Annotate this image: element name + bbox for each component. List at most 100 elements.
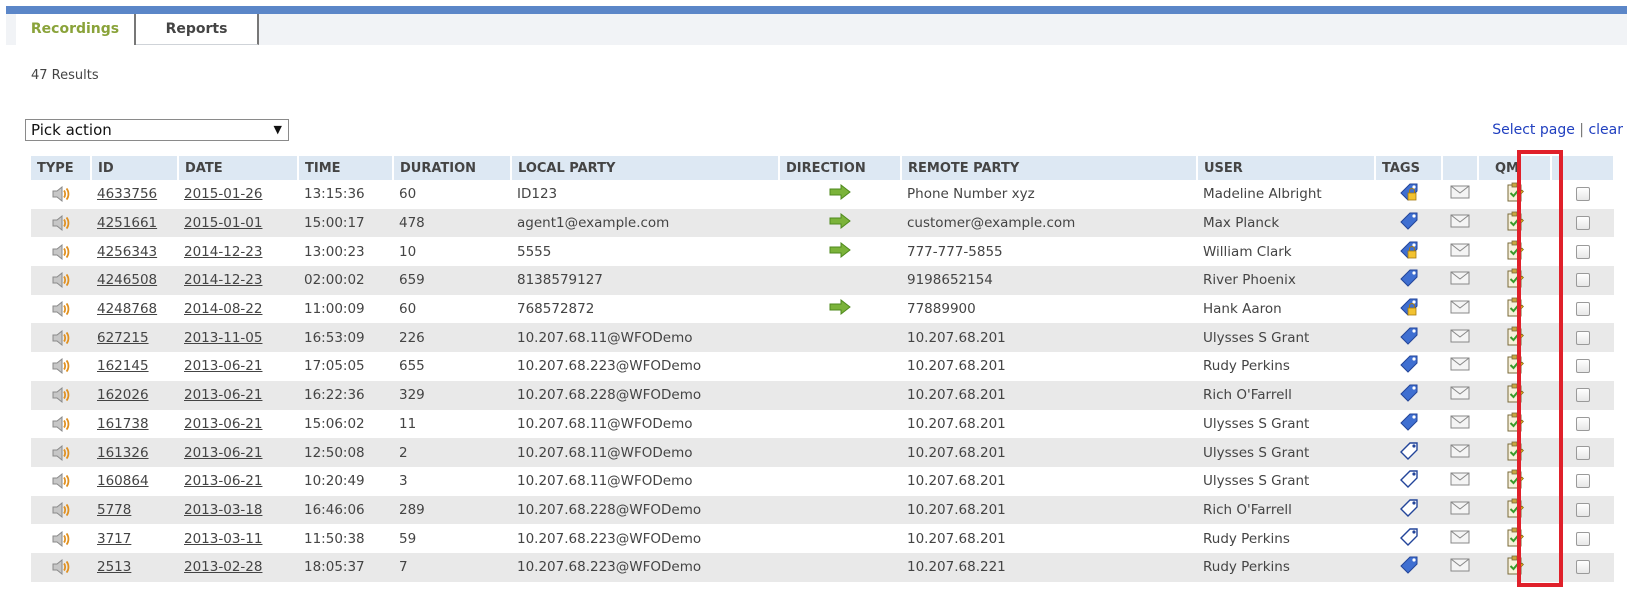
tag-filled-icon[interactable]: [1399, 555, 1419, 579]
clear-link[interactable]: clear: [1588, 122, 1623, 138]
table-row[interactable]: 4256343 2014-12-23 13:00:23 10 5555 777-777-5…: [31, 237, 1614, 266]
col-user[interactable]: USER: [1197, 156, 1376, 180]
envelope-icon[interactable]: [1450, 444, 1470, 462]
qm-evaluation-icon[interactable]: [1506, 297, 1524, 321]
tab-reports[interactable]: Reports: [136, 14, 259, 45]
table-row[interactable]: 162026 2013-06-21 16:22:36 329 10.207.68.228…: [31, 380, 1614, 410]
speaker-icon[interactable]: [51, 530, 71, 547]
qm-evaluation-icon[interactable]: [1506, 211, 1524, 235]
row-checkbox[interactable]: [1575, 187, 1590, 202]
table-row[interactable]: 3717 2013-03-11 11:50:38 59 10.207.68.223@WF…: [31, 524, 1614, 553]
recording-date-link[interactable]: 2014-12-23: [184, 272, 262, 288]
row-checkbox[interactable]: [1575, 416, 1590, 431]
speaker-icon[interactable]: [51, 444, 71, 461]
row-checkbox[interactable]: [1575, 273, 1590, 288]
row-checkbox[interactable]: [1575, 502, 1590, 517]
col-time[interactable]: TIME: [298, 156, 394, 180]
qm-evaluation-icon[interactable]: [1506, 555, 1524, 579]
recording-id-link[interactable]: 4633756: [97, 186, 157, 202]
recording-id-link[interactable]: 4256343: [97, 244, 157, 260]
recording-date-link[interactable]: 2014-08-22: [184, 301, 262, 317]
row-checkbox[interactable]: [1575, 388, 1590, 403]
envelope-icon[interactable]: [1450, 243, 1470, 261]
col-duration[interactable]: DURATION: [393, 156, 512, 180]
row-checkbox[interactable]: [1575, 445, 1590, 460]
table-row[interactable]: 2513 2013-02-28 18:05:37 7 10.207.68.223@WFO…: [31, 552, 1614, 582]
qm-evaluation-icon[interactable]: [1506, 412, 1524, 436]
tag-locked-icon[interactable]: [1399, 297, 1419, 321]
recording-date-link[interactable]: 2013-06-21: [184, 358, 262, 374]
recording-id-link[interactable]: 162145: [97, 358, 149, 374]
tag-filled-icon[interactable]: [1399, 211, 1419, 235]
col-date[interactable]: DATE: [178, 156, 299, 180]
row-checkbox[interactable]: [1575, 244, 1590, 259]
recording-id-link[interactable]: 162026: [97, 387, 149, 403]
envelope-icon[interactable]: [1450, 472, 1470, 490]
envelope-icon[interactable]: [1450, 300, 1470, 318]
row-checkbox[interactable]: [1575, 531, 1590, 546]
table-row[interactable]: 162145 2013-06-21 17:05:05 655 10.207.68.223…: [31, 352, 1614, 381]
recording-date-link[interactable]: 2013-06-21: [184, 445, 262, 461]
tag-outline-icon[interactable]: [1399, 527, 1419, 551]
tag-filled-icon[interactable]: [1399, 412, 1419, 436]
envelope-icon[interactable]: [1450, 357, 1470, 375]
recording-id-link[interactable]: 3717: [97, 531, 131, 547]
envelope-icon[interactable]: [1450, 271, 1470, 289]
pick-action-select[interactable]: Pick action ▼: [25, 119, 289, 141]
qm-evaluation-icon[interactable]: [1506, 354, 1524, 378]
col-tags[interactable]: TAGS: [1375, 156, 1443, 180]
recording-id-link[interactable]: 161326: [97, 445, 149, 461]
tag-outline-icon[interactable]: [1399, 441, 1419, 465]
tag-outline-icon[interactable]: [1399, 469, 1419, 493]
row-checkbox[interactable]: [1575, 560, 1590, 575]
tab-recordings[interactable]: Recordings: [16, 14, 136, 45]
recording-date-link[interactable]: 2013-02-28: [184, 559, 262, 575]
recording-id-link[interactable]: 2513: [97, 559, 131, 575]
col-remote-party[interactable]: REMOTE PARTY: [901, 156, 1198, 180]
recording-date-link[interactable]: 2015-01-01: [184, 215, 262, 231]
qm-evaluation-icon[interactable]: [1506, 182, 1524, 206]
tag-locked-icon[interactable]: [1399, 182, 1419, 206]
recording-id-link[interactable]: 4246508: [97, 272, 157, 288]
table-row[interactable]: 627215 2013-11-05 16:53:09 226 10.207.68.11@…: [31, 323, 1614, 353]
tag-filled-icon[interactable]: [1399, 383, 1419, 407]
speaker-icon[interactable]: [51, 387, 71, 404]
speaker-icon[interactable]: [51, 559, 71, 576]
envelope-icon[interactable]: [1450, 386, 1470, 404]
envelope-icon[interactable]: [1450, 415, 1470, 433]
recording-date-link[interactable]: 2015-01-26: [184, 186, 262, 202]
tag-locked-icon[interactable]: [1399, 240, 1419, 264]
select-page-link[interactable]: Select page: [1492, 122, 1575, 138]
tag-filled-icon[interactable]: [1399, 268, 1419, 292]
qm-evaluation-icon[interactable]: [1506, 268, 1524, 292]
recording-id-link[interactable]: 627215: [97, 330, 149, 346]
speaker-icon[interactable]: [51, 473, 71, 490]
col-direction[interactable]: DIRECTION: [779, 156, 902, 180]
recording-id-link[interactable]: 160864: [97, 473, 149, 489]
table-row[interactable]: 4633756 2015-01-26 13:15:36 60 ID123 Phone Nu…: [31, 180, 1614, 209]
col-qm[interactable]: QM: [1478, 156, 1552, 180]
recording-date-link[interactable]: 2013-11-05: [184, 330, 262, 346]
envelope-icon[interactable]: [1450, 329, 1470, 347]
row-checkbox[interactable]: [1575, 474, 1590, 489]
col-type[interactable]: TYPE: [31, 156, 92, 180]
recording-id-link[interactable]: 161738: [97, 416, 149, 432]
speaker-icon[interactable]: [51, 301, 71, 318]
qm-evaluation-icon[interactable]: [1506, 469, 1524, 493]
col-id[interactable]: ID: [91, 156, 179, 180]
table-row[interactable]: 160864 2013-06-21 10:20:49 3 10.207.68.11@WF…: [31, 467, 1614, 496]
table-row[interactable]: 161326 2013-06-21 12:50:08 2 10.207.68.11@WF…: [31, 438, 1614, 467]
row-checkbox[interactable]: [1575, 302, 1590, 317]
table-row[interactable]: 4251661 2015-01-01 15:00:17 478 agent1@examp…: [31, 208, 1614, 238]
speaker-icon[interactable]: [51, 214, 71, 232]
recording-date-link[interactable]: 2013-06-21: [184, 473, 262, 489]
recording-date-link[interactable]: 2013-03-11: [184, 531, 262, 547]
envelope-icon[interactable]: [1450, 185, 1470, 203]
row-checkbox[interactable]: [1575, 359, 1590, 374]
envelope-icon[interactable]: [1450, 501, 1470, 519]
qm-evaluation-icon[interactable]: [1506, 326, 1524, 350]
speaker-icon[interactable]: [51, 415, 71, 432]
qm-evaluation-icon[interactable]: [1506, 527, 1524, 551]
qm-evaluation-icon[interactable]: [1506, 383, 1524, 407]
speaker-icon[interactable]: [51, 243, 71, 260]
